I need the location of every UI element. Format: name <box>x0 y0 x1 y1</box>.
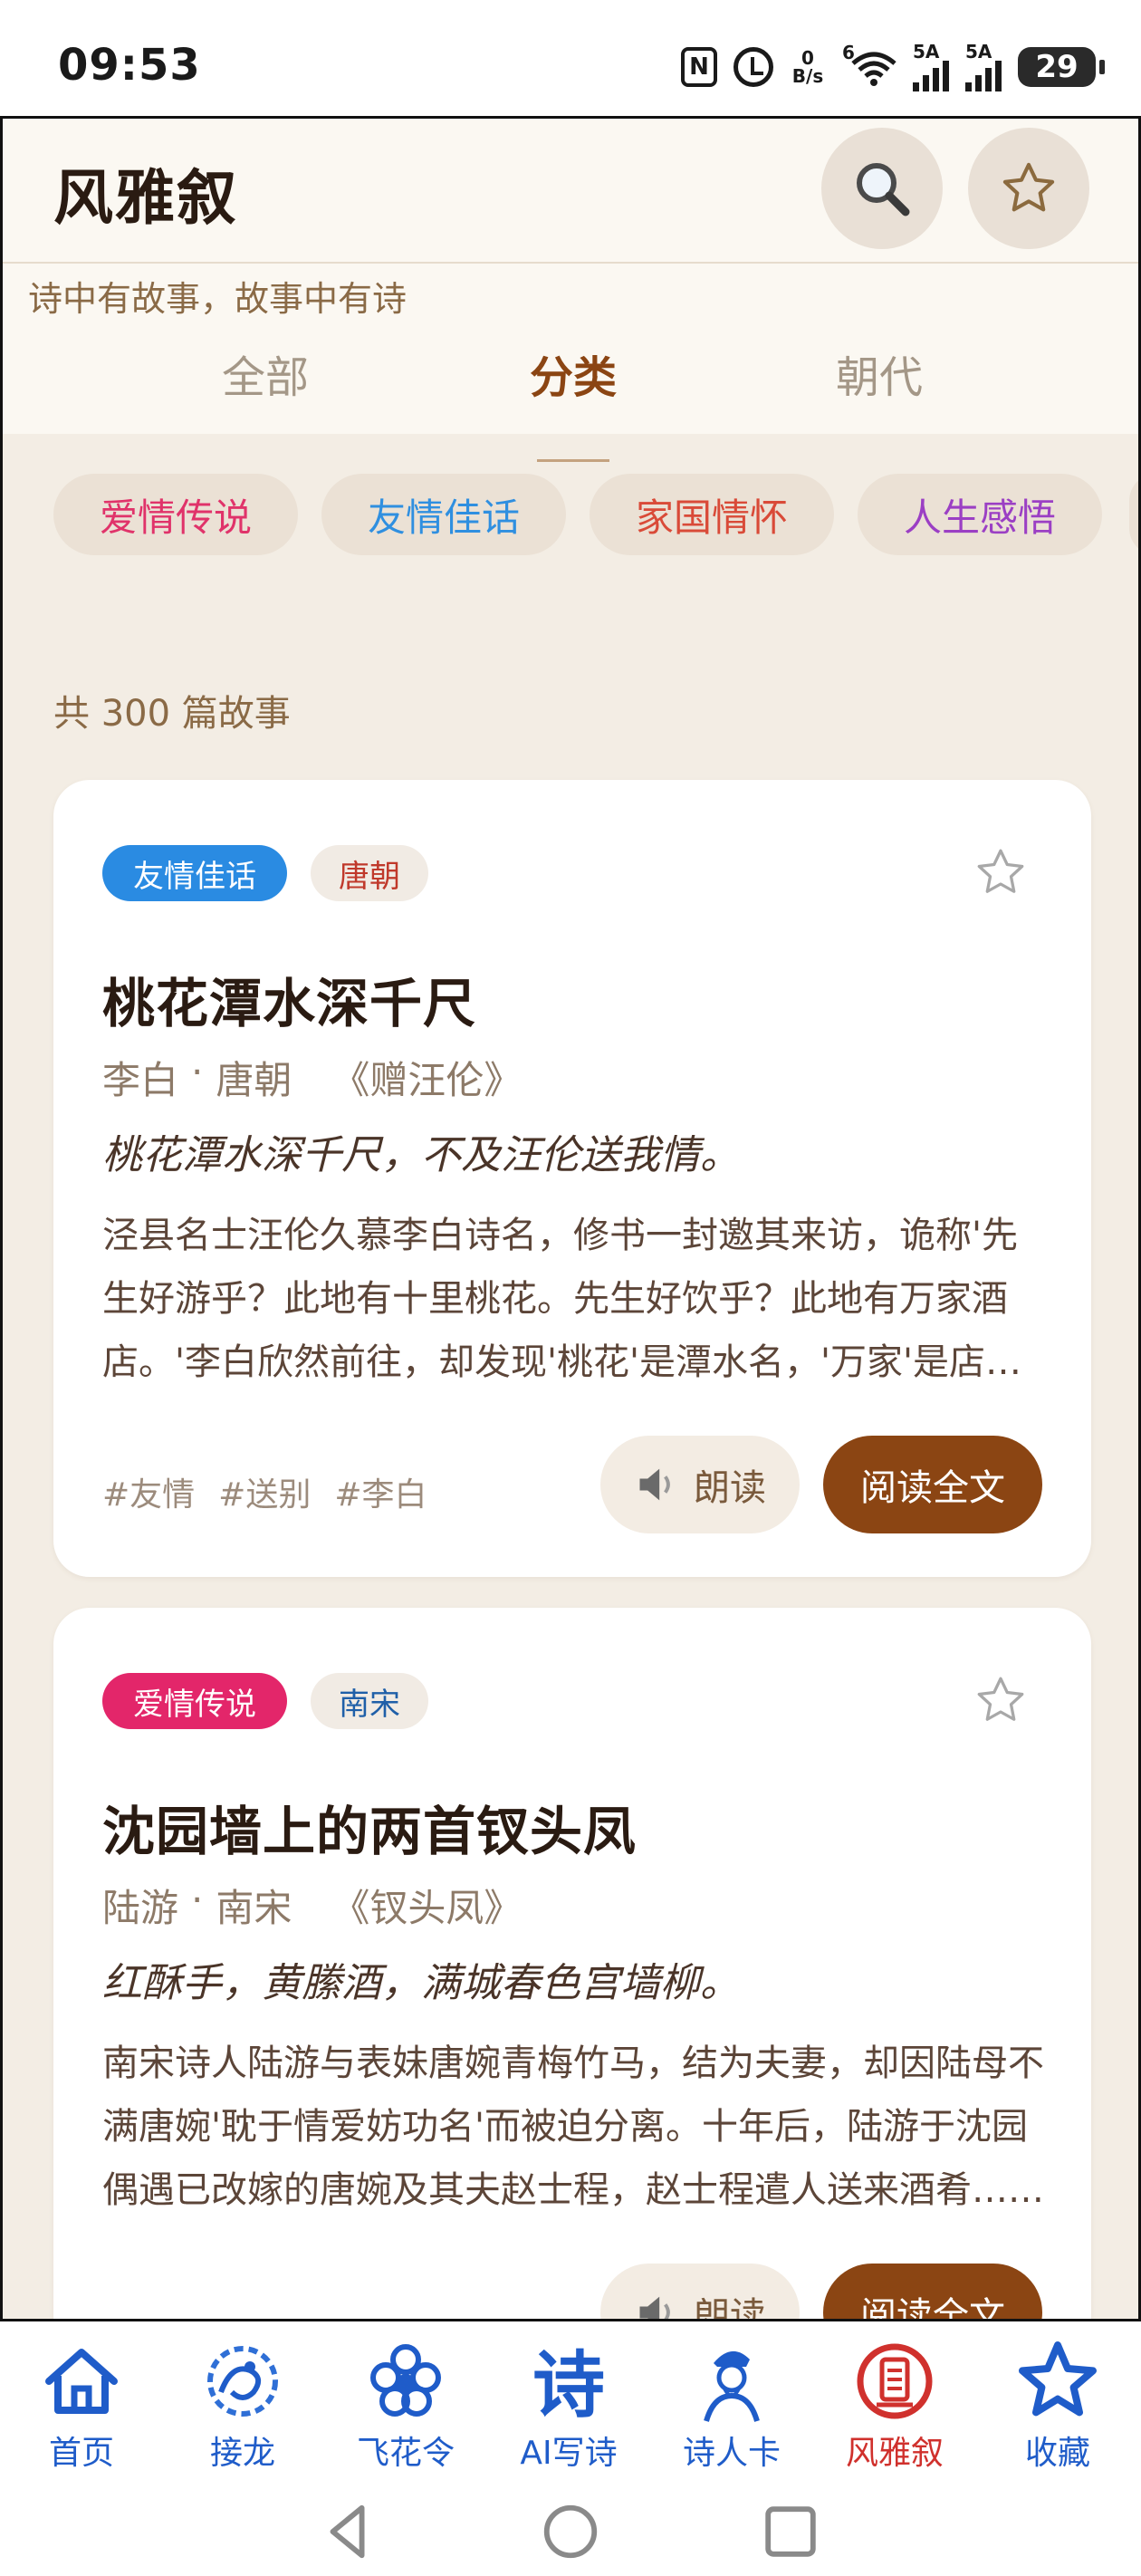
signal-sim1-icon: 5A <box>913 43 949 91</box>
subtitle: 诗中有故事，故事中有诗 <box>28 279 408 319</box>
search-button[interactable] <box>821 128 943 249</box>
nav-label: 首页 <box>48 2435 114 2472</box>
meta-separator: · <box>191 1050 204 1094</box>
era: 南宋 <box>216 1886 292 1930</box>
author: 陆游 <box>102 1886 179 1930</box>
speaker-icon <box>639 1468 670 1501</box>
read-aloud-label: 朗读 <box>694 2295 766 2319</box>
page-title: 风雅叙 <box>53 163 238 233</box>
read-aloud-button[interactable]: 朗读 <box>600 1436 800 1533</box>
system-nav-bar <box>0 2482 1141 2576</box>
poet-portrait-icon <box>704 2350 760 2422</box>
meta-separator: · <box>191 1878 204 1922</box>
chip-life[interactable]: 人生感悟 <box>858 474 1102 555</box>
flower-icon <box>370 2344 441 2417</box>
story-card[interactable]: 爱情传说 南宋 沈园墙上的两首钗头凤 陆游 · 南宋 《钗头凤》 红酥手，黄縢酒… <box>53 1608 1091 2319</box>
nav-label: 诗人卡 <box>682 2435 781 2472</box>
story-meta: 陆游 · 南宋 《钗头凤》 <box>102 1878 522 1933</box>
poem-quote: 桃花潭水深千尺，不及汪伦送我情。 <box>102 1132 740 1178</box>
nav-fengyaxu[interactable]: 风雅叙 <box>813 2338 976 2483</box>
app-frame: 风雅叙 诗中有故事，故事中有诗 全部 分类 朝代 爱情传说 友情佳话 家国情怀 … <box>0 116 1141 2319</box>
scroll-seal-icon <box>857 2343 933 2419</box>
read-aloud-label: 朗读 <box>694 1467 766 1509</box>
nav-label: 风雅叙 <box>845 2435 944 2472</box>
story-card[interactable]: 友情佳话 唐朝 桃花潭水深千尺 李白 · 唐朝 《赠汪伦》 桃花潭水深千尺，不及… <box>53 780 1091 1577</box>
tab-dynasty[interactable]: 朝代 <box>789 341 970 405</box>
read-full-button[interactable]: 阅读全文 <box>823 1436 1042 1533</box>
hashtag-list: #友情 #送别 #李白 <box>102 1468 427 1515</box>
dragon-icon <box>207 2346 278 2417</box>
hashtag[interactable]: #送别 <box>218 1468 311 1515</box>
nav-label: 接龙 <box>209 2435 275 2472</box>
poem-quote: 红酥手，黄縢酒，满城春色宫墙柳。 <box>102 1960 740 2006</box>
favorite-star-icon[interactable] <box>973 1673 1028 1727</box>
bottom-nav: 首页 接龙 飞花令 诗 AI写诗 诗人卡 风雅叙 收藏 <box>0 2319 1141 2482</box>
category-tag: 爱情传说 <box>102 1673 287 1729</box>
category-chips: 爱情传说 友情佳话 家国情怀 人生感悟 <box>3 445 1138 581</box>
home-circle-icon[interactable] <box>539 2500 602 2563</box>
read-full-button[interactable]: 阅读全文 <box>823 2264 1042 2319</box>
network-speed: 0 B/s <box>791 47 824 87</box>
star-icon <box>1019 2341 1097 2417</box>
story-excerpt: 泾县名士汪伦久慕李白诗名，修书一封邀其来访，诡称'先生好游乎？此地有十里桃花。先… <box>102 1215 1021 1383</box>
category-tag: 友情佳话 <box>102 845 287 901</box>
signal-sim2-icon: 5A <box>965 43 1002 91</box>
status-time: 09:53 <box>58 40 201 91</box>
speaker-icon <box>639 2296 670 2319</box>
nav-ai-poem[interactable]: 诗 AI写诗 <box>487 2338 650 2483</box>
favorite-star-icon[interactable] <box>973 845 1028 899</box>
battery-icon: 29 <box>1018 47 1105 87</box>
chip-overflow[interactable] <box>1129 474 1138 555</box>
nav-relay[interactable]: 接龙 <box>161 2338 324 2483</box>
nav-home[interactable]: 首页 <box>0 2338 163 2483</box>
nav-favorites[interactable]: 收藏 <box>976 2338 1139 2483</box>
alarm-icon <box>734 47 773 87</box>
author: 李白 <box>102 1058 179 1102</box>
nav-label: AI写诗 <box>520 2435 618 2472</box>
status-bar: 09:53 N 0 B/s 6 5A 5A 29 <box>0 0 1141 118</box>
nav-flower-order[interactable]: 飞花令 <box>324 2338 487 2483</box>
dynasty-tag: 南宋 <box>311 1673 428 1729</box>
read-aloud-button[interactable]: 朗读 <box>600 2264 800 2319</box>
nfc-icon: N <box>681 47 717 87</box>
status-icons: N 0 B/s 6 5A 5A 29 <box>681 40 1105 94</box>
story-excerpt: 南宋诗人陆游与表妹唐婉青梅竹马，结为夫妻，却因陆母不满唐婉'耽于情爱妨功名'而被… <box>102 2043 1044 2211</box>
poem-glyph-icon: 诗 <box>532 2343 605 2425</box>
chip-love[interactable]: 爱情传说 <box>53 474 298 555</box>
story-title: 桃花潭水深千尺 <box>102 973 477 1034</box>
home-icon <box>45 2349 118 2414</box>
tab-bar: 全部 分类 朝代 <box>3 316 1138 434</box>
chip-patriotism[interactable]: 家国情怀 <box>590 474 834 555</box>
nav-label: 飞花令 <box>356 2435 455 2472</box>
wifi-icon: 6 <box>842 42 896 87</box>
hashtag[interactable]: #李白 <box>334 1468 427 1515</box>
favorites-button[interactable] <box>968 128 1089 249</box>
header: 风雅叙 <box>3 119 1138 264</box>
dynasty-tag: 唐朝 <box>311 845 428 901</box>
tab-all[interactable]: 全部 <box>175 341 356 405</box>
recents-icon[interactable] <box>759 2500 822 2563</box>
chip-friendship[interactable]: 友情佳话 <box>321 474 566 555</box>
story-count: 共 300 篇故事 <box>53 693 291 735</box>
svg-text:诗: 诗 <box>532 2343 605 2425</box>
tab-category[interactable]: 分类 <box>483 341 664 405</box>
subtitle-bar: 诗中有故事，故事中有诗 <box>3 264 1138 319</box>
back-icon[interactable] <box>317 2500 380 2563</box>
story-title: 沈园墙上的两首钗头凤 <box>102 1801 638 1862</box>
story-meta: 李白 · 唐朝 《赠汪伦》 <box>102 1050 522 1105</box>
hashtag[interactable]: #友情 <box>102 1468 195 1515</box>
work-title: 《钗头凤》 <box>331 1886 523 1930</box>
star-outline-icon <box>1002 162 1055 212</box>
nav-label: 收藏 <box>1024 2435 1090 2472</box>
nav-poet-card[interactable]: 诗人卡 <box>650 2338 813 2483</box>
search-icon <box>857 163 910 216</box>
work-title: 《赠汪伦》 <box>331 1058 523 1102</box>
era: 唐朝 <box>216 1058 292 1102</box>
